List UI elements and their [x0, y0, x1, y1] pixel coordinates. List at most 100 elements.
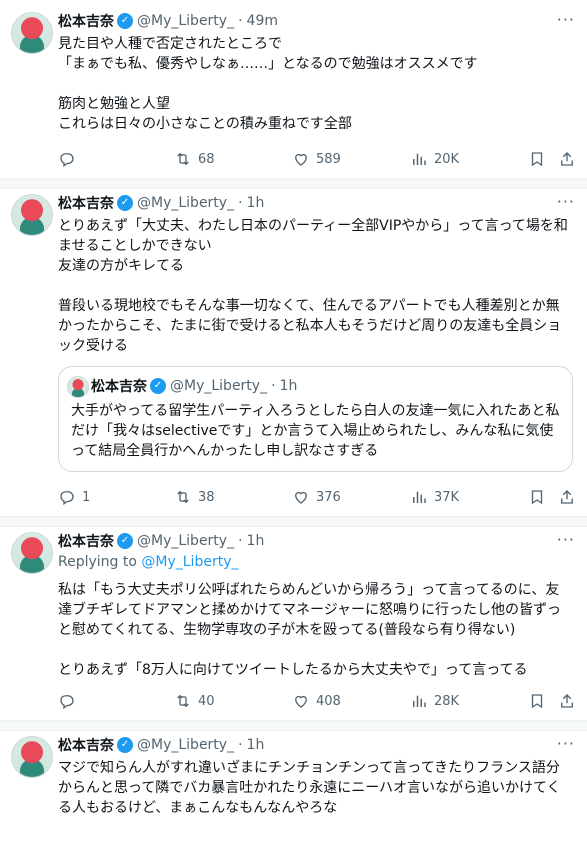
quote-text: 大手がやってる留学生パーティ入ろうとしたら白人の友達一気に入れたあと私だけ「我々…	[71, 403, 560, 459]
author-handle[interactable]: @My_Liberty_	[137, 13, 234, 29]
separator-dot: ·	[238, 195, 243, 211]
bookmark-icon	[531, 152, 543, 167]
quote-author-handle: @My_Liberty_	[170, 378, 268, 394]
bookmark-button[interactable]	[528, 488, 546, 506]
like-count: 589	[316, 151, 341, 167]
tweet-text: マジで知らん人がすれ違いざまにチンチョンチンって言ってきたりフランス語分からんと…	[58, 760, 561, 816]
author-name[interactable]: 松本吉奈	[58, 11, 114, 31]
views-icon	[413, 695, 426, 707]
more-icon[interactable]: ···	[557, 530, 575, 549]
avatar[interactable]	[11, 532, 53, 574]
tweet[interactable]: ··· 松本吉奈 ✓ @My_Liberty_ · 1h Replying to…	[0, 527, 587, 721]
view-count: 37K	[434, 489, 460, 505]
share-button[interactable]	[558, 150, 576, 168]
reply-icon	[60, 153, 74, 168]
retweet-count: 40	[198, 693, 215, 709]
share-button[interactable]	[558, 692, 576, 710]
views-button[interactable]: 20K	[410, 150, 459, 168]
tweet-text: とりあえず「大丈夫、わたし日本のパーティー全部VIPやから」って言って場を和ませ…	[58, 218, 568, 354]
share-icon	[561, 152, 573, 166]
reply-button[interactable]: 1	[58, 488, 90, 506]
replying-to-link[interactable]: @My_Liberty_	[141, 554, 238, 570]
tweet[interactable]: ··· 松本吉奈 ✓ @My_Liberty_ · 49m 見た目や人種で否定さ…	[0, 0, 587, 179]
views-icon	[413, 153, 426, 165]
retweet-button[interactable]: 68	[174, 150, 215, 168]
retweet-count: 68	[198, 151, 215, 167]
heart-icon	[295, 153, 307, 166]
timestamp[interactable]: 1h	[247, 195, 265, 211]
separator-dot: ·	[271, 378, 276, 394]
timestamp[interactable]: 49m	[247, 13, 278, 29]
tweet[interactable]: ··· 松本吉奈 ✓ @My_Liberty_ · 1h とりあえず「大丈夫、わ…	[0, 189, 587, 517]
views-button[interactable]: 37K	[410, 488, 459, 506]
bookmark-button[interactable]	[528, 150, 546, 168]
retweet-button[interactable]: 38	[174, 488, 215, 506]
more-icon[interactable]: ···	[557, 734, 575, 753]
bookmark-icon	[531, 490, 543, 505]
views-icon	[413, 491, 426, 503]
like-button[interactable]: 589	[292, 150, 341, 168]
avatar[interactable]	[11, 736, 53, 778]
separator-dot: ·	[238, 533, 243, 549]
author-handle[interactable]: @My_Liberty_	[137, 737, 234, 753]
thread-separator	[0, 517, 587, 527]
retweet-icon	[177, 490, 189, 504]
separator-dot: ·	[238, 13, 243, 29]
share-icon	[561, 694, 573, 708]
tweet-text: 見た目や人種で否定されたところで 「まぁでも私、優秀やしなぁ……」となるので勉強…	[58, 36, 478, 132]
timestamp[interactable]: 1h	[247, 737, 265, 753]
like-count: 408	[316, 693, 341, 709]
heart-icon	[295, 491, 307, 504]
tweet-header: 松本吉奈 ✓ @My_Liberty_ · 1h	[58, 192, 573, 214]
thread-separator	[0, 179, 587, 189]
replying-to-line: Replying to @My_Liberty_	[58, 552, 573, 572]
share-button[interactable]	[558, 488, 576, 506]
views-button[interactable]: 28K	[410, 692, 459, 710]
heart-icon	[295, 695, 307, 708]
share-icon	[561, 490, 573, 504]
author-handle[interactable]: @My_Liberty_	[137, 195, 234, 211]
verified-badge-icon: ✓	[150, 378, 166, 394]
avatar	[67, 376, 89, 398]
reply-icon	[60, 695, 74, 710]
action-bar: 68 589 20K	[58, 142, 573, 178]
verified-badge-icon: ✓	[117, 13, 133, 29]
quote-timestamp: 1h	[279, 378, 298, 394]
thread-separator	[0, 721, 587, 731]
view-count: 20K	[434, 151, 460, 167]
reply-count: 1	[82, 489, 91, 505]
retweet-button[interactable]: 40	[174, 692, 215, 710]
bookmark-icon	[531, 694, 543, 709]
verified-badge-icon: ✓	[117, 533, 133, 549]
bookmark-button[interactable]	[528, 692, 546, 710]
avatar[interactable]	[11, 194, 53, 236]
avatar[interactable]	[11, 12, 53, 54]
like-button[interactable]: 376	[292, 488, 341, 506]
quoted-tweet[interactable]: 松本吉奈 ✓ @My_Liberty_ · 1h 大手がやってる留学生パーティ入…	[58, 366, 573, 472]
verified-badge-icon: ✓	[117, 737, 133, 753]
view-count: 28K	[434, 693, 460, 709]
like-button[interactable]: 408	[292, 692, 341, 710]
reply-button[interactable]	[58, 692, 82, 710]
quote-author-name: 松本吉奈	[91, 379, 147, 395]
tweet-header: 松本吉奈 ✓ @My_Liberty_ · 1h	[58, 530, 573, 552]
quote-header: 松本吉奈 ✓ @My_Liberty_ · 1h	[71, 375, 560, 397]
timestamp[interactable]: 1h	[247, 533, 265, 549]
retweet-count: 38	[198, 489, 215, 505]
author-name[interactable]: 松本吉奈	[58, 193, 114, 213]
tweet[interactable]: ··· 松本吉奈 ✓ @My_Liberty_ · 1h マジで知らん人がすれ違…	[0, 731, 587, 818]
action-bar: 40 408 28K	[58, 684, 573, 720]
more-icon[interactable]: ···	[557, 192, 575, 211]
reply-button[interactable]	[58, 150, 82, 168]
more-icon[interactable]: ···	[557, 10, 575, 29]
tweet-header: 松本吉奈 ✓ @My_Liberty_ · 49m	[58, 10, 573, 32]
retweet-icon	[177, 152, 189, 166]
author-name[interactable]: 松本吉奈	[58, 735, 114, 755]
reply-icon	[60, 491, 74, 506]
author-handle[interactable]: @My_Liberty_	[137, 533, 234, 549]
like-count: 376	[316, 489, 341, 505]
separator-dot: ·	[238, 737, 243, 753]
verified-badge-icon: ✓	[117, 195, 133, 211]
action-bar: 1 38 376 37K	[58, 480, 573, 516]
author-name[interactable]: 松本吉奈	[58, 531, 114, 551]
